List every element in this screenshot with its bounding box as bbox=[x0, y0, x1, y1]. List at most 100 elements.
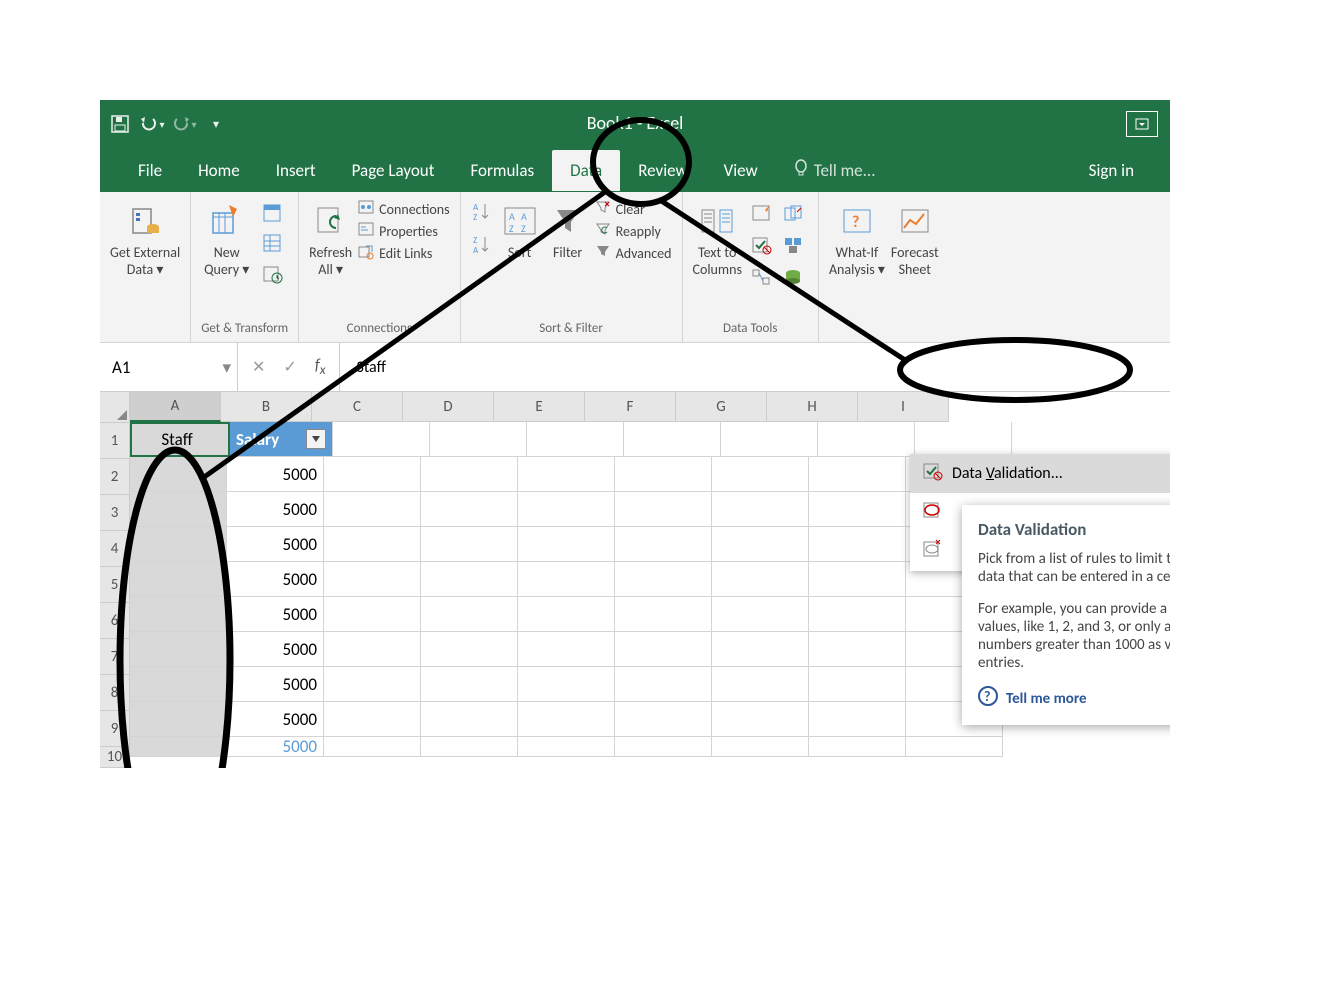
col-header[interactable]: D bbox=[403, 392, 494, 422]
cell[interactable] bbox=[421, 457, 518, 492]
cell[interactable] bbox=[809, 597, 906, 632]
cell[interactable] bbox=[518, 597, 615, 632]
col-header[interactable]: E bbox=[494, 392, 585, 422]
cell[interactable] bbox=[809, 667, 906, 702]
tab-insert[interactable]: Insert bbox=[258, 150, 334, 191]
data-validation-icon[interactable] bbox=[748, 232, 774, 258]
tab-file[interactable]: File bbox=[120, 150, 180, 191]
row-header[interactable]: 8 bbox=[100, 675, 130, 711]
cell[interactable] bbox=[324, 702, 421, 737]
cell[interactable] bbox=[615, 632, 712, 667]
cell[interactable] bbox=[518, 562, 615, 597]
formula-input[interactable]: Staff bbox=[339, 343, 1170, 391]
flash-fill-icon[interactable] bbox=[748, 200, 774, 226]
select-all-corner[interactable] bbox=[100, 392, 130, 423]
row-header[interactable]: 6 bbox=[100, 603, 130, 639]
tell-me-search[interactable]: Tell me... bbox=[776, 149, 894, 192]
cell[interactable] bbox=[712, 667, 809, 702]
cell[interactable] bbox=[130, 702, 227, 737]
cell[interactable]: 5000 bbox=[227, 667, 324, 702]
cell[interactable] bbox=[324, 527, 421, 562]
sort-asc-icon[interactable]: AZ bbox=[471, 200, 493, 227]
cell[interactable] bbox=[809, 527, 906, 562]
tell-me-more-link[interactable]: ? Tell me more bbox=[978, 686, 1170, 711]
cell[interactable]: 5000 bbox=[227, 702, 324, 737]
cell[interactable]: 5000 bbox=[227, 492, 324, 527]
row-header[interactable]: 9 bbox=[100, 711, 130, 747]
forecast-sheet-button[interactable]: ForecastSheet bbox=[891, 200, 939, 278]
cell[interactable] bbox=[430, 422, 527, 457]
cell[interactable] bbox=[421, 667, 518, 702]
filter-dropdown-icon[interactable] bbox=[306, 429, 326, 449]
cell[interactable] bbox=[130, 492, 227, 527]
cell[interactable] bbox=[712, 737, 809, 757]
cell[interactable] bbox=[712, 632, 809, 667]
col-header[interactable]: C bbox=[312, 392, 403, 422]
sign-in-link[interactable]: Sign in bbox=[1071, 150, 1152, 191]
cell[interactable] bbox=[130, 737, 227, 757]
row-header[interactable]: 7 bbox=[100, 639, 130, 675]
reapply-filter-button[interactable]: Reapply bbox=[595, 222, 672, 240]
cell[interactable] bbox=[324, 737, 421, 757]
cell[interactable] bbox=[615, 737, 712, 757]
cell[interactable] bbox=[615, 457, 712, 492]
name-box[interactable]: A1 ▾ bbox=[100, 343, 238, 391]
col-header[interactable]: B bbox=[221, 392, 312, 422]
what-if-button[interactable]: ? What-IfAnalysis ▾ bbox=[829, 200, 885, 278]
cell[interactable] bbox=[421, 737, 518, 757]
cell[interactable] bbox=[615, 492, 712, 527]
show-queries-icon[interactable] bbox=[259, 200, 285, 226]
cell[interactable] bbox=[809, 492, 906, 527]
cell[interactable] bbox=[421, 527, 518, 562]
cell[interactable] bbox=[518, 667, 615, 702]
cell[interactable]: Salary bbox=[230, 422, 333, 457]
cell[interactable] bbox=[421, 632, 518, 667]
cell[interactable] bbox=[712, 492, 809, 527]
cell[interactable] bbox=[712, 562, 809, 597]
row-header[interactable]: 2 bbox=[100, 459, 130, 495]
cell[interactable] bbox=[809, 737, 906, 757]
cell[interactable]: Staff bbox=[130, 422, 230, 457]
cell[interactable] bbox=[518, 702, 615, 737]
cell[interactable] bbox=[518, 492, 615, 527]
cell[interactable] bbox=[809, 702, 906, 737]
cell[interactable] bbox=[915, 422, 1012, 457]
cell[interactable] bbox=[130, 597, 227, 632]
cell[interactable]: 5000 bbox=[227, 737, 324, 757]
cell[interactable] bbox=[809, 457, 906, 492]
filter-button[interactable]: Filter bbox=[547, 200, 589, 261]
col-header[interactable]: H bbox=[767, 392, 858, 422]
cell[interactable] bbox=[333, 422, 430, 457]
row-header[interactable]: 3 bbox=[100, 495, 130, 531]
cell[interactable] bbox=[712, 702, 809, 737]
cell[interactable]: 5000 bbox=[227, 527, 324, 562]
cell[interactable] bbox=[130, 667, 227, 702]
cell[interactable] bbox=[712, 457, 809, 492]
clear-filter-button[interactable]: Clear bbox=[595, 200, 672, 218]
cell[interactable] bbox=[906, 737, 1003, 757]
cell[interactable] bbox=[130, 457, 227, 492]
fx-icon[interactable]: fx bbox=[315, 356, 326, 378]
cell[interactable] bbox=[615, 667, 712, 702]
from-table-icon[interactable] bbox=[259, 230, 285, 256]
cell[interactable] bbox=[324, 492, 421, 527]
cell[interactable] bbox=[518, 527, 615, 562]
consolidate-icon[interactable] bbox=[780, 232, 806, 258]
sort-button[interactable]: AAZZ Sort bbox=[499, 200, 541, 261]
cancel-icon[interactable]: ✕ bbox=[252, 357, 265, 377]
cell[interactable] bbox=[421, 597, 518, 632]
cell[interactable]: 5000 bbox=[227, 632, 324, 667]
cell[interactable] bbox=[324, 667, 421, 702]
cell[interactable] bbox=[421, 562, 518, 597]
cell[interactable] bbox=[324, 562, 421, 597]
cell[interactable] bbox=[518, 457, 615, 492]
row-header[interactable]: 1 bbox=[100, 423, 130, 459]
get-external-data-button[interactable]: Get ExternalData ▾ bbox=[110, 200, 180, 278]
cell[interactable] bbox=[712, 597, 809, 632]
col-header[interactable]: A bbox=[130, 392, 221, 422]
new-query-button[interactable]: NewQuery ▾ bbox=[204, 200, 249, 278]
cell[interactable] bbox=[130, 632, 227, 667]
cell[interactable] bbox=[721, 422, 818, 457]
tab-page-layout[interactable]: Page Layout bbox=[334, 150, 453, 191]
cell[interactable] bbox=[130, 562, 227, 597]
